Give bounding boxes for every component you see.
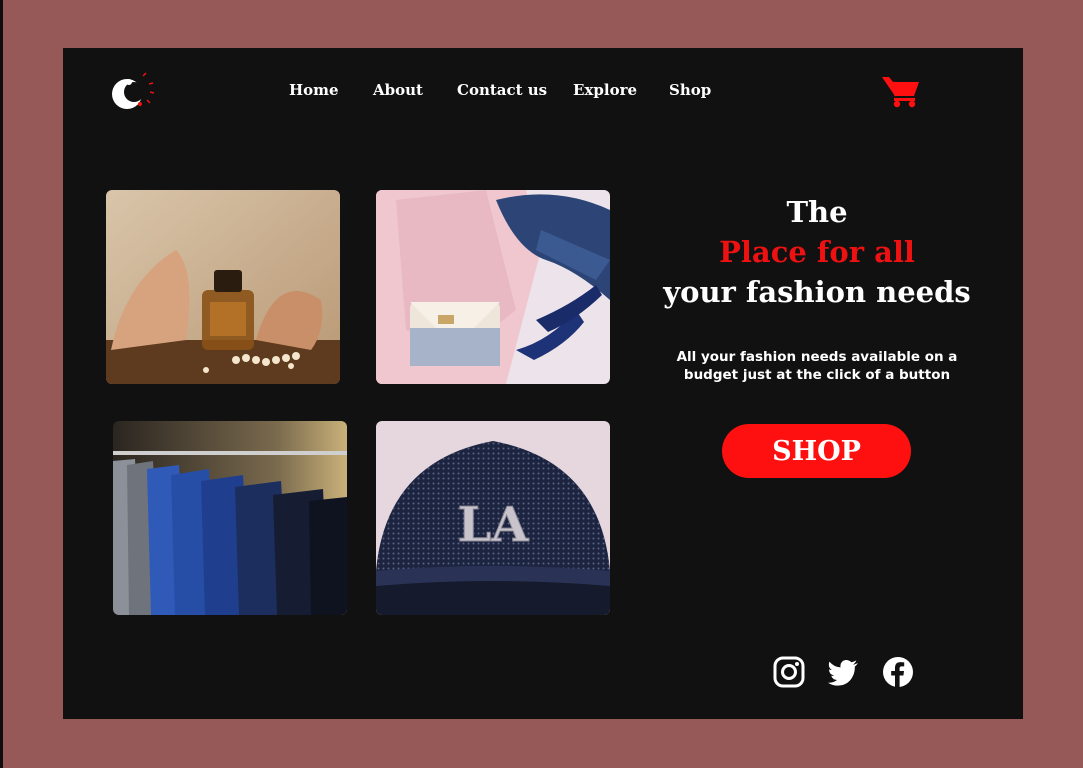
suits-rack-photo <box>113 421 347 615</box>
hero-headline: The Place for all your fashion needs <box>659 192 975 312</box>
shopping-cart-icon[interactable] <box>881 74 921 108</box>
logo-icon[interactable] <box>107 70 159 116</box>
twitter-icon[interactable] <box>827 656 859 688</box>
headline-line-3: your fashion needs <box>663 275 971 309</box>
nav-about-link[interactable]: About <box>373 81 423 99</box>
nav-shop-link[interactable]: Shop <box>669 81 711 99</box>
instagram-icon[interactable] <box>773 656 805 688</box>
sandals-perfume-photo <box>106 190 340 384</box>
svg-text:LA: LA <box>458 497 530 553</box>
shop-button[interactable]: SHOP <box>722 424 911 478</box>
subtitle-line-2: budget just at the click of a button <box>683 367 951 383</box>
subtitle-line-1: All your fashion needs available on a <box>676 349 958 365</box>
hero-subtitle: All your fashion needs available on a bu… <box>667 348 967 384</box>
nav-explore-link[interactable]: Explore <box>573 81 637 99</box>
pink-coat-handbag-photo <box>376 190 610 384</box>
landing-page-frame: Home About Contact us Explore Shop LA Th… <box>63 48 1023 719</box>
headline-line-1: The <box>786 195 848 229</box>
nav-contact-link[interactable]: Contact us <box>457 81 547 99</box>
nav-home-link[interactable]: Home <box>289 81 339 99</box>
facebook-icon[interactable] <box>882 656 914 688</box>
la-cap-photo: LA <box>376 421 610 615</box>
headline-line-2: Place for all <box>719 235 915 269</box>
left-edge-strip <box>0 0 3 768</box>
